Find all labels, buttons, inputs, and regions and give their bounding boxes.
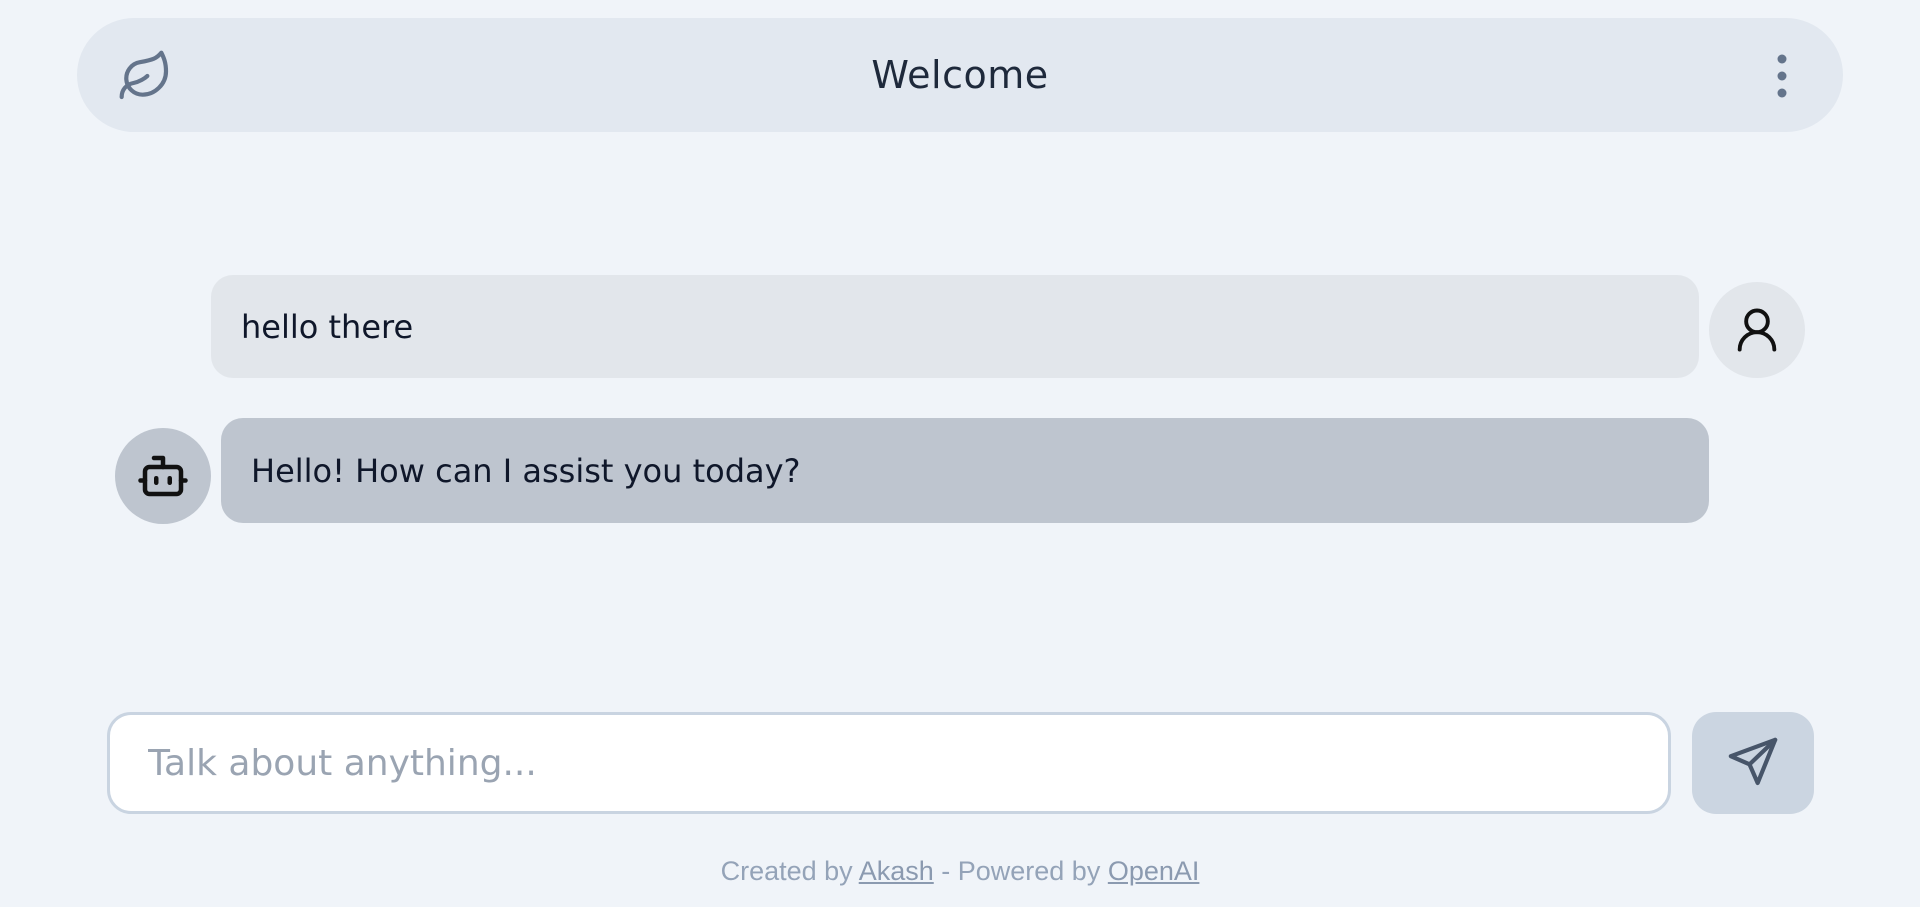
user-message-bubble: hello there: [211, 275, 1699, 378]
message-input-container: [107, 712, 1671, 814]
footer-powered-by: - Powered by: [933, 856, 1108, 886]
robot-icon: [115, 428, 211, 524]
footer-created-by: Created by: [720, 856, 859, 886]
openai-link[interactable]: OpenAI: [1108, 856, 1200, 886]
more-vertical-icon[interactable]: [1769, 51, 1795, 101]
user-message-text: hello there: [241, 307, 414, 346]
header-bar: Welcome: [77, 18, 1843, 132]
author-link[interactable]: Akash: [859, 856, 934, 886]
footer: Created by Akash - Powered by OpenAI: [0, 856, 1920, 887]
user-icon: [1709, 282, 1805, 378]
page-title: Welcome: [871, 53, 1049, 97]
bot-message-bubble: Hello! How can I assist you today?: [221, 418, 1709, 523]
bot-message-text: Hello! How can I assist you today?: [251, 451, 801, 490]
chat-app: Welcome hello there Hello! How can I ass…: [0, 0, 1920, 907]
send-button[interactable]: [1692, 712, 1814, 814]
send-icon: [1725, 734, 1781, 793]
message-input[interactable]: [110, 715, 1668, 811]
